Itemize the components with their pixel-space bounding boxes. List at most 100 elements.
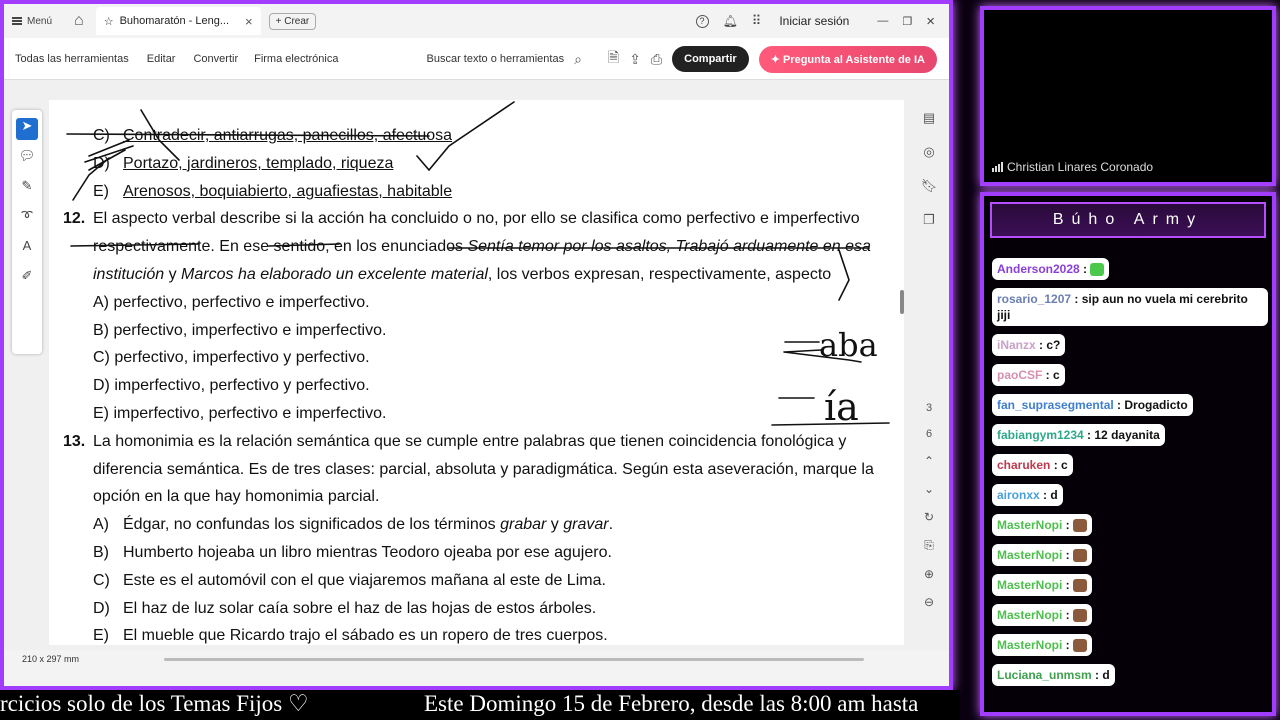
create-button[interactable]: + Crear (268, 12, 317, 30)
save-icon[interactable]: 🗎︎ (608, 47, 619, 71)
bell-icon[interactable]: 🔔︎ (723, 14, 738, 28)
left-tool-rail: ➤ 💬︎ ✎ ➰︎ A ✐ (12, 110, 42, 354)
text-run: y (546, 516, 564, 534)
print-icon[interactable]: ⎙ (651, 51, 662, 68)
tool-esign[interactable]: Firma electrónica (254, 53, 338, 65)
login-link[interactable]: Iniciar sesión (779, 14, 849, 28)
tool-convert[interactable]: Convertir (193, 53, 238, 65)
chat-text: : (1062, 548, 1074, 562)
chat-username[interactable]: aironxx (997, 488, 1040, 502)
option-letter: C) (93, 571, 110, 589)
current-page[interactable]: 3 (926, 402, 932, 414)
zoom-in-icon[interactable]: ⊕ (924, 567, 934, 581)
chat-text: : c (1042, 368, 1060, 382)
chat-username[interactable]: Anderson2028 (997, 262, 1080, 276)
chat-username[interactable]: charuken (997, 458, 1050, 472)
bookmark-icon[interactable]: 🔖︎ (921, 178, 938, 194)
chat-message: paoCSF : c (992, 364, 1272, 394)
star-icon[interactable]: ☆ (104, 15, 114, 28)
vertical-scrollbar[interactable] (900, 290, 904, 314)
chat-username[interactable]: MasterNopi (997, 638, 1062, 652)
copy-pages-icon[interactable]: ❐ (923, 212, 935, 228)
italic-run: grabar (500, 516, 547, 534)
chat-bubble: MasterNopi : (992, 574, 1093, 596)
q12-option-c: C) perfectivo, imperfectivo y perfectivo… (93, 349, 370, 367)
q13-option-b: B) Humberto hojeaba un libro mientras Teo… (63, 539, 843, 567)
chat-username[interactable]: rosario_1207 (997, 292, 1071, 306)
home-icon[interactable]: ⌂ (74, 12, 84, 30)
select-cursor-icon[interactable]: ➤ (16, 118, 38, 140)
right-tool-rail: ▤ ◎ 🔖︎ ❐ (915, 110, 943, 228)
search-icon[interactable]: ⌕ (574, 51, 582, 68)
highlight-icon[interactable]: ✐ (16, 268, 38, 290)
ticker-left-text: rcicios solo de los Temas Fijos ♡ (0, 691, 309, 716)
option-letter: C) (93, 127, 110, 144)
restore-icon[interactable]: ❐ (902, 15, 912, 28)
text-select-icon[interactable]: A (16, 238, 38, 260)
page-edit-icon[interactable]: ▤ (923, 110, 935, 126)
page-size: 210 x 297 mm (22, 654, 80, 664)
chat-username[interactable]: MasterNopi (997, 518, 1062, 532)
chat-message: MasterNopi : (992, 634, 1272, 664)
owl-emote-icon (1073, 579, 1088, 593)
close-tab-icon[interactable]: × (245, 14, 253, 29)
q13-option-c: C) Este es el automóvil con el que viajar… (63, 567, 843, 595)
search-tools-label[interactable]: Buscar texto o herramientas (427, 53, 565, 65)
option-letter: D) (93, 154, 110, 172)
menu-button[interactable]: Menú (4, 16, 60, 27)
chat-username[interactable]: MasterNopi (997, 608, 1062, 622)
zoom-out-icon[interactable]: ⊖ (924, 595, 934, 609)
chat-username[interactable]: fan_suprasegmental (997, 398, 1114, 412)
chat-username[interactable]: paoCSF (997, 368, 1042, 382)
lasso-icon[interactable]: ➰︎ (16, 208, 38, 230)
chat-username[interactable]: iNanzx (997, 338, 1036, 352)
question-13-line-2: diferencia semántica. Es de tres clases:… (93, 460, 874, 478)
q12-option-b: B) perfectivo, imperfectivo e imperfecti… (93, 321, 387, 339)
text-run: . (608, 516, 614, 534)
webcam-panel: Christian Linares Coronado (980, 6, 1276, 186)
chevron-up-icon[interactable]: ⌃ (924, 454, 934, 468)
document-area: ➤ 💬︎ ✎ ➰︎ A ✐ C) Contradecir, antiarrugas… (4, 80, 949, 650)
webcam-nameplate: Christian Linares Coronado (992, 160, 1153, 174)
share-button[interactable]: Compartir (672, 46, 749, 72)
question-12-line-3: institución y Marcos ha elaborado un exc… (63, 261, 843, 289)
prev-option-c: C) Contradecir, antiarrugas, panecillos, … (63, 122, 843, 150)
chat-username[interactable]: MasterNopi (997, 578, 1062, 592)
option-letter: E) (93, 182, 109, 200)
chat-username[interactable]: fabiangym1234 (997, 428, 1084, 442)
text-run: y (164, 265, 182, 283)
italic-run: gravar (563, 516, 609, 534)
pdf-page[interactable]: C) Contradecir, antiarrugas, panecillos, … (49, 100, 904, 645)
text-run: respectivamente. En ese sentido, en los … (93, 238, 468, 256)
question-13: 13. La homonimia es la relación semántic… (63, 428, 846, 456)
chat-bubble: fan_suprasegmental : Drogadicto (992, 394, 1193, 416)
minimize-icon[interactable]: — (877, 15, 888, 27)
chat-text: : (1062, 578, 1074, 592)
bottom-ticker: rcicios solo de los Temas Fijos ♡ Este D… (0, 690, 960, 720)
document-tab[interactable]: ☆ Buhomaratón - Leng... × (95, 7, 261, 35)
document-tab-title: Buhomaratón - Leng... (119, 15, 230, 27)
chevron-down-icon[interactable]: ⌄ (924, 482, 934, 496)
tool-all-tools[interactable]: Todas las herramientas (15, 53, 129, 65)
chat-text: : d (1091, 668, 1110, 682)
apps-grid-icon[interactable]: ⠿ (752, 13, 762, 29)
help-icon[interactable]: ? (695, 14, 709, 28)
horizontal-scrollbar[interactable] (164, 658, 864, 661)
chat-message: MasterNopi : (992, 544, 1272, 574)
chat-username[interactable]: Luciana_unmsm (997, 668, 1092, 682)
owl-emote-icon (1073, 549, 1088, 563)
ai-assistant-button[interactable]: ✦ Pregunta al Asistente de IA (758, 45, 937, 73)
chat-title: Búho Army (990, 202, 1266, 238)
tool-edit[interactable]: Editar (147, 53, 176, 65)
comments-panel-icon[interactable]: ◎ (923, 144, 934, 160)
close-window-icon[interactable]: × (926, 13, 935, 30)
italic-run: Sentía temor por los asaltos, Trabajó ar… (467, 238, 871, 256)
chat-message: MasterNopi : (992, 604, 1272, 634)
comment-icon[interactable]: 💬︎ (16, 148, 38, 170)
refresh-icon[interactable]: ↻ (924, 510, 934, 524)
page-fit-icon[interactable]: ⎘ (924, 538, 934, 553)
cloud-upload-icon[interactable]: ⇪ (629, 51, 641, 68)
pdf-viewer-window: Menú ⌂ ☆ Buhomaratón - Leng... × + Crear… (0, 0, 953, 690)
chat-username[interactable]: MasterNopi (997, 548, 1062, 562)
pen-icon[interactable]: ✎ (16, 178, 38, 200)
